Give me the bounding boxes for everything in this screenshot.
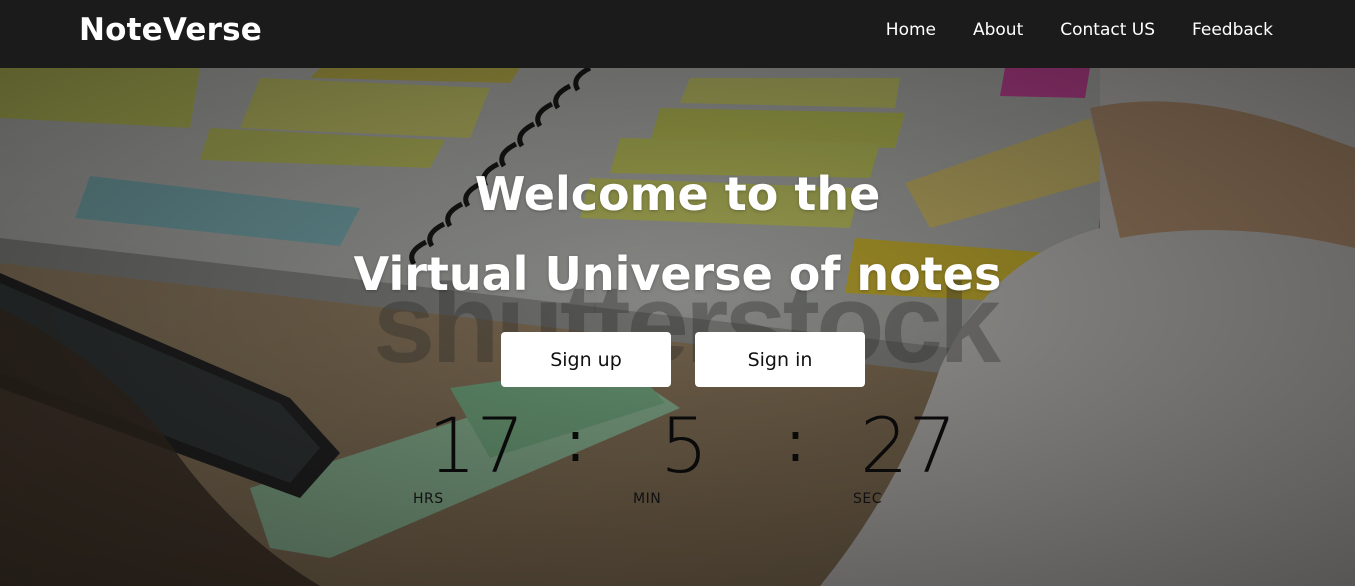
hero-background-image (0, 68, 1355, 586)
hero-section: shutterstock Welcome to the Virtual Univ… (0, 68, 1355, 586)
sign-in-button[interactable]: Sign in (695, 332, 865, 387)
nav-link-contact[interactable]: Contact US (1060, 20, 1155, 40)
countdown-seconds: 27 (860, 401, 957, 490)
countdown-minutes: 5 (660, 401, 709, 490)
navbar: NoteVerse Home About Contact US Feedback (0, 0, 1355, 68)
countdown-hours-label: HRS (413, 491, 444, 507)
countdown-seconds-label: SEC (853, 491, 883, 507)
countdown-hours: 17 (428, 401, 525, 490)
nav-link-about[interactable]: About (973, 20, 1023, 40)
nav-link-feedback[interactable]: Feedback (1192, 20, 1273, 40)
nav-links: Home About Contact US Feedback (886, 20, 1273, 40)
nav-link-home[interactable]: Home (886, 20, 936, 40)
hero-title-line-2: Virtual Universe of notes (353, 247, 1002, 301)
brand-logo[interactable]: NoteVerse (79, 12, 262, 48)
countdown-separator: : (786, 410, 805, 475)
hero-title-line-1: Welcome to the (474, 167, 881, 221)
countdown-separator: : (566, 410, 585, 475)
sign-up-button[interactable]: Sign up (501, 332, 671, 387)
countdown-minutes-label: MIN (633, 491, 662, 507)
